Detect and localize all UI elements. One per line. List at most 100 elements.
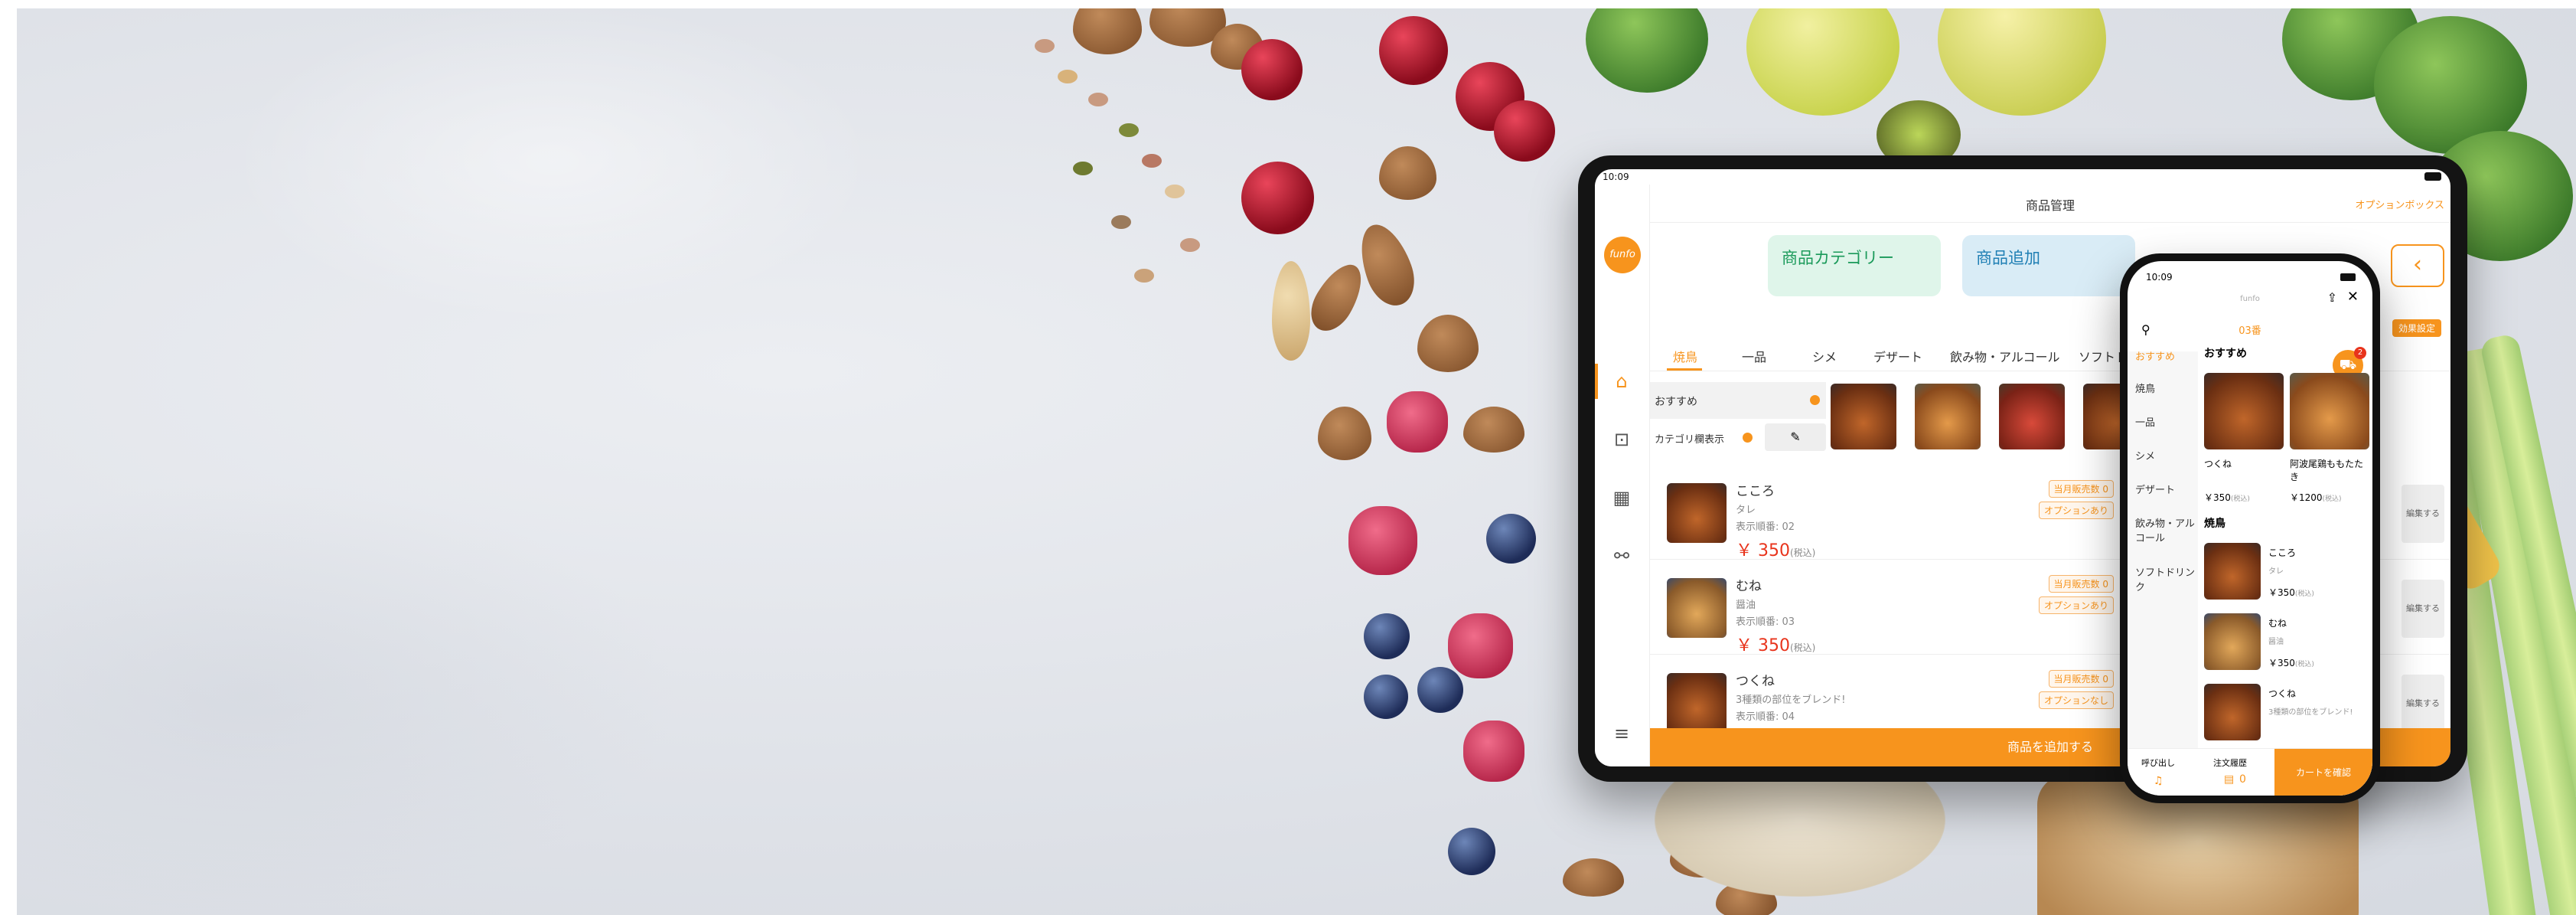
- section-yakitori: 焼鳥: [2204, 518, 2225, 530]
- home-icon[interactable]: ⌂: [1609, 368, 1635, 394]
- status-dot: [1743, 433, 1753, 443]
- edit-button[interactable]: 編集する: [2402, 675, 2444, 733]
- tax-note: (税込): [1790, 642, 1816, 653]
- category-display-toggle[interactable]: カテゴリ欄表示: [1650, 423, 1757, 451]
- product-order: 表示順番: 04: [1736, 711, 1795, 723]
- hero-banner: 10:09 funfo ⌂ ⊡ ▦ ⚯ ≡ 商品管理 オプションボックス 商品カ…: [17, 8, 2576, 915]
- bean-image: [1180, 238, 1200, 252]
- featured-thumb[interactable]: [2204, 373, 2284, 449]
- bean-image: [1058, 70, 1078, 83]
- bean-image: [1134, 269, 1154, 283]
- tablet-sidebar: funfo ⌂ ⊡ ▦ ⚯ ≡: [1595, 185, 1650, 766]
- blueberry-image: [1364, 613, 1410, 659]
- featured-name: つくね: [2204, 459, 2232, 469]
- featured-thumb[interactable]: [1999, 384, 2065, 449]
- product-sub: 醤油: [1736, 600, 1756, 611]
- list-sub: 醤油: [2268, 638, 2284, 646]
- receipt-icon[interactable]: ▤: [2224, 773, 2234, 786]
- cherry-image: [1241, 162, 1314, 234]
- back-arrow-button[interactable]: ‹: [2391, 244, 2444, 287]
- price-value: ￥ 350: [1736, 636, 1790, 655]
- monthly-sales-badge: 当月販売数 0: [2048, 575, 2114, 593]
- option-badge: オプションあり: [2038, 502, 2114, 519]
- phone-cat-yakitori[interactable]: 焼鳥: [2135, 381, 2196, 395]
- cherry-image: [1379, 16, 1448, 85]
- list-sub: 3種類の部位をブレンド!: [2268, 708, 2353, 717]
- add-product-card[interactable]: 商品追加: [1962, 235, 2135, 296]
- featured-toggle[interactable]: おすすめ: [1650, 382, 1826, 419]
- bean-image: [1165, 185, 1185, 198]
- qr-code-icon[interactable]: ▦: [1609, 485, 1635, 511]
- share-icon[interactable]: ⚯: [1609, 543, 1635, 569]
- raspberry-image: [1387, 391, 1448, 453]
- view-cart-button[interactable]: カートを確認: [2274, 749, 2372, 796]
- tax-note: (税込): [2322, 495, 2342, 503]
- tax-note: (税込): [2230, 495, 2250, 503]
- list-name: つくね: [2268, 688, 2297, 699]
- product-category-card[interactable]: 商品カテゴリー: [1768, 235, 1941, 296]
- product-name: こころ: [1736, 484, 1775, 499]
- featured-name: 阿波尾鶏ももたたき: [2290, 459, 2364, 482]
- tab-ippin[interactable]: 一品: [1742, 347, 1766, 365]
- list-thumb[interactable]: [2204, 684, 2261, 740]
- phone-cat-shime[interactable]: シメ: [2135, 448, 2196, 462]
- tab-dessert[interactable]: デザート: [1873, 347, 1922, 365]
- history-count: 0: [2239, 773, 2246, 786]
- tab-shime[interactable]: シメ: [1812, 347, 1837, 365]
- product-sub: タレ: [1736, 505, 1756, 516]
- bean-image: [1111, 215, 1131, 229]
- tab-drinks[interactable]: 飲み物・アルコール: [1950, 347, 2060, 365]
- raspberry-image: [1463, 721, 1524, 782]
- edit-button[interactable]: 編集する: [2402, 580, 2444, 638]
- history-label[interactable]: 注文履歴: [2213, 757, 2247, 769]
- product-price: ￥ 350(税込): [1736, 632, 1815, 656]
- blueberry-image: [1364, 675, 1408, 719]
- cart-icon[interactable]: ⊡: [1609, 426, 1635, 453]
- edit-button[interactable]: 編集する: [2402, 485, 2444, 543]
- list-thumb[interactable]: [2204, 543, 2261, 600]
- phone-cat-soft-drinks[interactable]: ソフトドリンク: [2135, 564, 2196, 593]
- monthly-sales-badge: 当月販売数 0: [2048, 480, 2114, 498]
- bean-image: [1119, 123, 1139, 137]
- effect-settings-button[interactable]: 効果設定: [2392, 319, 2441, 337]
- tablet-header: 商品管理 オプションボックス: [1650, 185, 2450, 223]
- phone-screen: 10:09 funfo ⇪ ✕ ⚲ 03番 おすすめ 焼鳥 一品 シメ デザート…: [2128, 261, 2372, 796]
- phone-cat-featured[interactable]: おすすめ: [2135, 348, 2196, 363]
- pencil-icon[interactable]: ✎: [1765, 423, 1826, 451]
- tab-yakitori[interactable]: 焼鳥: [1673, 347, 1697, 365]
- price-value: ￥ 350: [1736, 541, 1790, 560]
- product-thumb: [1667, 578, 1727, 638]
- featured-thumb[interactable]: [1831, 384, 1896, 449]
- price-value: ￥1200: [2290, 492, 2323, 503]
- phone-bottom-bar: 呼び出し ♫ 注文履歴 ▤ 0 カートを確認: [2128, 748, 2372, 796]
- cherry-image: [1494, 100, 1555, 162]
- phone-cat-dessert[interactable]: デザート: [2135, 482, 2196, 496]
- tablet-time: 10:09: [1603, 172, 1629, 182]
- phone-time: 10:09: [2146, 272, 2173, 283]
- product-order: 表示順番: 03: [1736, 616, 1795, 628]
- product-thumb: [1667, 673, 1727, 733]
- tax-note: (税込): [2294, 590, 2314, 598]
- call-label[interactable]: 呼び出し: [2141, 757, 2175, 769]
- option-box-link[interactable]: オプションボックス: [2355, 197, 2444, 211]
- featured-thumb[interactable]: [2290, 373, 2369, 449]
- close-icon[interactable]: ✕: [2347, 289, 2359, 305]
- settings-sliders-icon[interactable]: ≡: [1609, 721, 1635, 747]
- list-name: こころ: [2268, 547, 2297, 558]
- list-thumb[interactable]: [2204, 613, 2261, 670]
- tax-note: (税込): [2294, 661, 2314, 668]
- phone-cat-ippin[interactable]: 一品: [2135, 414, 2196, 429]
- card-label: 商品追加: [1976, 249, 2040, 267]
- blueberry-image: [1448, 828, 1495, 875]
- price-value: ￥350: [2268, 658, 2295, 668]
- category-display-label: カテゴリ欄表示: [1655, 434, 1725, 446]
- card-label: 商品カテゴリー: [1782, 249, 1894, 267]
- bell-icon[interactable]: ♫: [2154, 775, 2164, 787]
- list-sub: タレ: [2268, 567, 2284, 576]
- featured-thumb[interactable]: [1915, 384, 1981, 449]
- phone-cat-drinks[interactable]: 飲み物・アルコール: [2135, 515, 2196, 544]
- list-price: ￥350(税込): [2268, 586, 2314, 599]
- featured-label: おすすめ: [1655, 396, 1697, 408]
- share-icon[interactable]: ⇪: [2327, 290, 2337, 305]
- phone-device: 10:09 funfo ⇪ ✕ ⚲ 03番 おすすめ 焼鳥 一品 シメ デザート…: [2120, 253, 2380, 803]
